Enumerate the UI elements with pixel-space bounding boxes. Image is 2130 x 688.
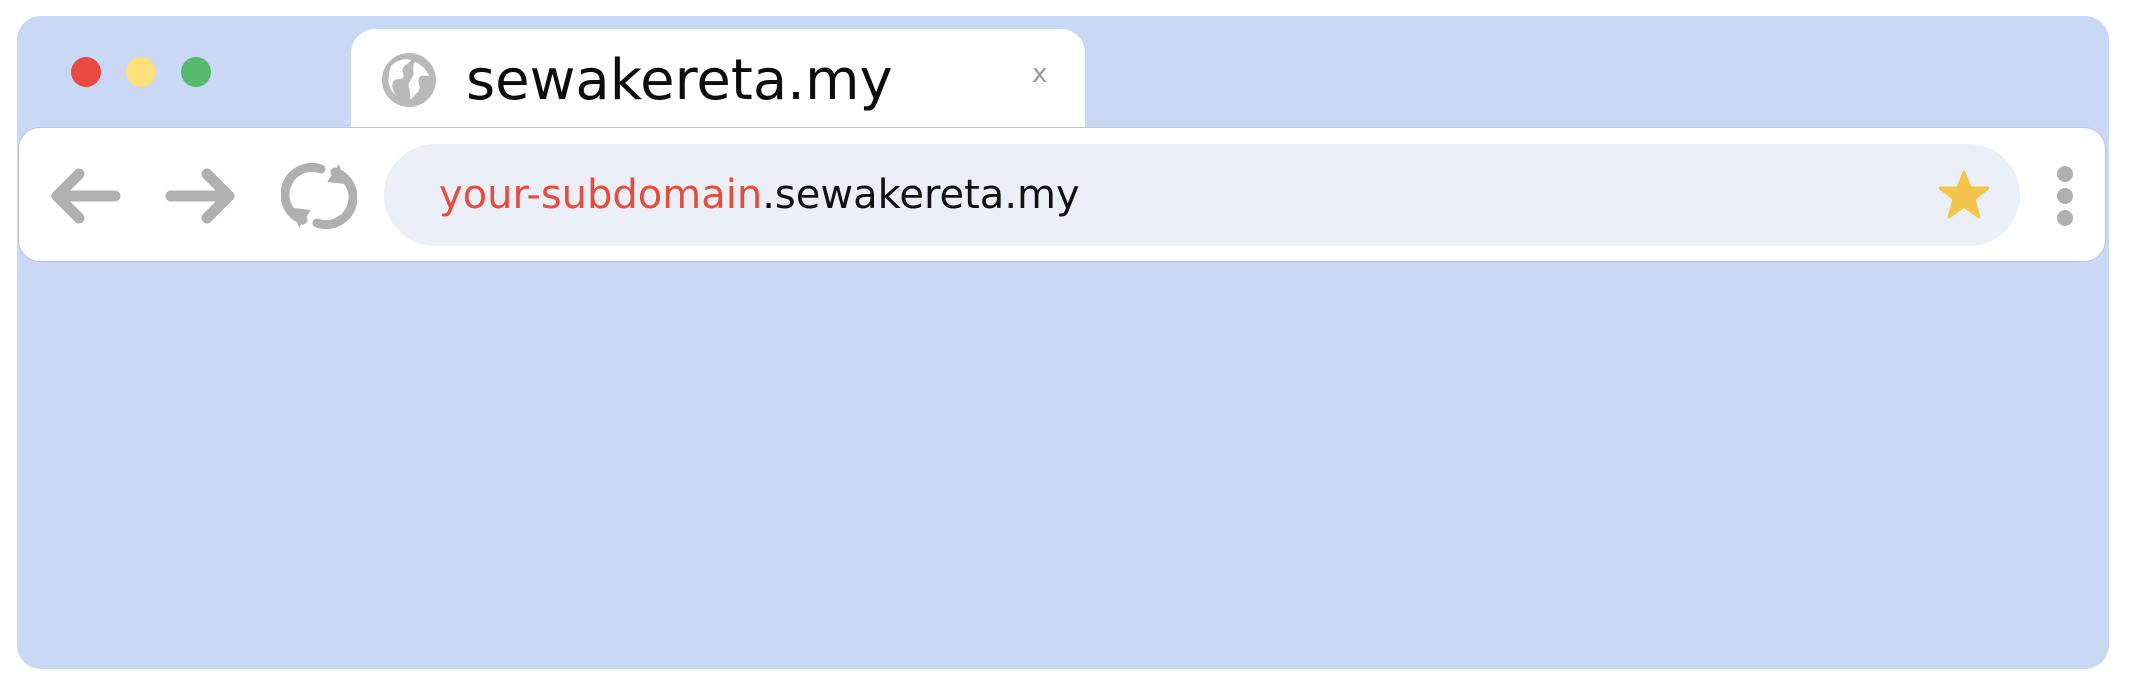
close-window-button[interactable]	[71, 57, 101, 87]
url-domain: .sewakereta.my	[762, 172, 1080, 218]
reload-icon[interactable]	[281, 158, 357, 234]
menu-dot	[2057, 210, 2073, 226]
menu-dot	[2057, 188, 2073, 204]
menu-dot	[2057, 166, 2073, 182]
kebab-menu-icon[interactable]	[2053, 166, 2077, 226]
globe-icon	[382, 53, 436, 107]
minimize-window-button[interactable]	[126, 57, 156, 87]
browser-toolbar: your-subdomain.sewakereta.my	[18, 127, 2106, 262]
address-bar[interactable]: your-subdomain.sewakereta.my	[384, 144, 2020, 246]
tab-close-button[interactable]: x	[1032, 59, 1047, 89]
maximize-window-button[interactable]	[181, 57, 211, 87]
star-icon[interactable]	[1938, 170, 1990, 220]
browser-window: sewakereta.my x your-subdomain.sewakeret…	[17, 16, 2109, 669]
url-text: your-subdomain.sewakereta.my	[439, 172, 1080, 218]
url-subdomain: your-subdomain	[439, 172, 763, 218]
tab-title: sewakereta.my	[466, 48, 893, 113]
arrow-right-icon[interactable]	[165, 158, 241, 234]
arrow-left-icon[interactable]	[45, 158, 121, 234]
